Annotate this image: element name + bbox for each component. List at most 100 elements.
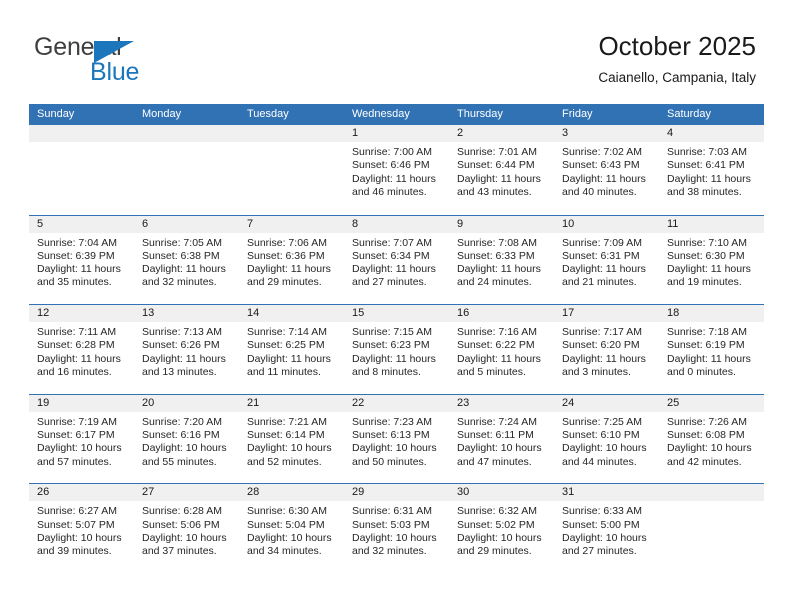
title-block: October 2025 Caianello, Campania, Italy [598, 30, 756, 88]
day-sun-info: Sunrise: 7:09 AM Sunset: 6:31 PM Daylight:… [554, 233, 659, 290]
calendar-day-cell[interactable]: 10 Sunrise: 7:09 AM Sunset: 6:31 PM Dayligh… [554, 215, 659, 305]
day-sun-info: Sunrise: 6:31 AM Sunset: 5:03 PM Daylight:… [344, 501, 449, 558]
sunrise-text: Sunrise: 7:10 AM [667, 236, 747, 249]
day-number [29, 125, 134, 142]
calendar-day-cell-empty[interactable] [659, 484, 764, 573]
daylight-text-line1: Daylight: 10 hours [352, 442, 437, 455]
day-number: 8 [344, 215, 449, 233]
calendar-day-cell[interactable]: 3 Sunrise: 7:02 AM Sunset: 6:43 PM Daylight… [554, 125, 659, 215]
sunrise-text: Sunrise: 7:17 AM [562, 326, 642, 339]
daylight-text-line1: Daylight: 11 hours [457, 263, 541, 276]
sunrise-text: Sunrise: 6:27 AM [37, 505, 117, 518]
sunrise-text: Sunrise: 7:05 AM [142, 236, 222, 249]
calendar-day-cell[interactable]: 13 Sunrise: 7:13 AM Sunset: 6:26 PM Dayligh… [134, 305, 239, 394]
sunset-text: Sunset: 6:33 PM [457, 249, 535, 262]
daylight-text-line1: Daylight: 11 hours [457, 172, 541, 185]
sunset-text: Sunset: 6:30 PM [667, 249, 745, 262]
day-sun-info: Sunrise: 7:26 AM Sunset: 6:08 PM Daylight:… [659, 412, 764, 469]
calendar-day-cell[interactable]: 12 Sunrise: 7:11 AM Sunset: 6:28 PM Dayligh… [29, 305, 134, 394]
weekday-header-friday: Friday [562, 108, 593, 120]
daylight-text-line2: and 47 minutes. [457, 455, 532, 468]
sunrise-text: Sunrise: 7:16 AM [457, 326, 537, 339]
calendar-day-cell[interactable]: 5 Sunrise: 7:04 AM Sunset: 6:39 PM Daylight… [29, 215, 134, 305]
daylight-text-line2: and 42 minutes. [667, 455, 742, 468]
day-sun-info: Sunrise: 7:25 AM Sunset: 6:10 PM Daylight:… [554, 412, 659, 469]
daylight-text-line1: Daylight: 10 hours [37, 531, 122, 544]
day-number [239, 125, 344, 142]
daylight-text-line2: and 27 minutes. [562, 545, 637, 558]
sunrise-text: Sunrise: 6:28 AM [142, 505, 222, 518]
day-number: 20 [134, 394, 239, 412]
daylight-text-line1: Daylight: 10 hours [247, 442, 332, 455]
calendar-day-cell[interactable]: 1 Sunrise: 7:00 AM Sunset: 6:46 PM Daylight… [344, 125, 449, 215]
calendar-day-cell[interactable]: 19 Sunrise: 7:19 AM Sunset: 6:17 PM Dayligh… [29, 394, 134, 484]
calendar-day-cell[interactable]: 2 Sunrise: 7:01 AM Sunset: 6:44 PM Daylight… [449, 125, 554, 215]
calendar-day-cell[interactable]: 28 Sunrise: 6:30 AM Sunset: 5:04 PM Dayligh… [239, 484, 344, 573]
sunrise-text: Sunrise: 7:18 AM [667, 326, 747, 339]
day-sun-info: Sunrise: 7:05 AM Sunset: 6:38 PM Daylight:… [134, 233, 239, 290]
sunset-text: Sunset: 6:23 PM [352, 339, 430, 352]
calendar-day-cell[interactable]: 6 Sunrise: 7:05 AM Sunset: 6:38 PM Daylight… [134, 215, 239, 305]
day-number: 16 [449, 305, 554, 323]
day-number: 23 [449, 394, 554, 412]
daylight-text-line1: Daylight: 10 hours [142, 442, 227, 455]
daylight-text-line2: and 44 minutes. [562, 455, 637, 468]
weekday-header-tuesday: Tuesday [247, 108, 289, 120]
day-number: 11 [659, 215, 764, 233]
sunset-text: Sunset: 6:41 PM [667, 159, 745, 172]
daylight-text-line1: Daylight: 11 hours [352, 263, 436, 276]
day-number: 3 [554, 125, 659, 142]
day-number: 13 [134, 305, 239, 323]
sunset-text: Sunset: 6:38 PM [142, 249, 220, 262]
daylight-text-line1: Daylight: 11 hours [562, 263, 646, 276]
calendar-day-cell[interactable]: 15 Sunrise: 7:15 AM Sunset: 6:23 PM Dayligh… [344, 305, 449, 394]
day-sun-info: Sunrise: 6:28 AM Sunset: 5:06 PM Daylight:… [134, 501, 239, 558]
sunrise-text: Sunrise: 7:15 AM [352, 326, 432, 339]
sunrise-text: Sunrise: 7:03 AM [667, 146, 747, 158]
calendar-day-cell[interactable]: 8 Sunrise: 7:07 AM Sunset: 6:34 PM Daylight… [344, 215, 449, 305]
calendar-day-cell[interactable]: 17 Sunrise: 7:17 AM Sunset: 6:20 PM Dayligh… [554, 305, 659, 394]
day-sun-info: Sunrise: 7:10 AM Sunset: 6:30 PM Daylight:… [659, 233, 764, 290]
calendar-day-cell[interactable]: 24 Sunrise: 7:25 AM Sunset: 6:10 PM Dayligh… [554, 394, 659, 484]
calendar-day-cell[interactable]: 14 Sunrise: 7:14 AM Sunset: 6:25 PM Dayligh… [239, 305, 344, 394]
calendar-day-cell[interactable]: 18 Sunrise: 7:18 AM Sunset: 6:19 PM Dayligh… [659, 305, 764, 394]
calendar-day-cell[interactable]: 9 Sunrise: 7:08 AM Sunset: 6:33 PM Daylight… [449, 215, 554, 305]
daylight-text-line2: and 52 minutes. [247, 455, 322, 468]
calendar-day-cell[interactable]: 27 Sunrise: 6:28 AM Sunset: 5:06 PM Dayligh… [134, 484, 239, 573]
calendar-day-cell[interactable]: 31 Sunrise: 6:33 AM Sunset: 5:00 PM Dayligh… [554, 484, 659, 573]
calendar-day-cell[interactable]: 23 Sunrise: 7:24 AM Sunset: 6:11 PM Dayligh… [449, 394, 554, 484]
sunrise-text: Sunrise: 6:30 AM [247, 505, 327, 518]
sunset-text: Sunset: 6:46 PM [352, 159, 430, 172]
sunrise-text: Sunrise: 7:23 AM [352, 415, 432, 428]
sunset-text: Sunset: 5:02 PM [457, 518, 535, 531]
calendar-day-cell[interactable]: 30 Sunrise: 6:32 AM Sunset: 5:02 PM Dayligh… [449, 484, 554, 573]
calendar-day-cell[interactable]: 4 Sunrise: 7:03 AM Sunset: 6:41 PM Daylight… [659, 125, 764, 215]
calendar-day-cell[interactable]: 22 Sunrise: 7:23 AM Sunset: 6:13 PM Dayligh… [344, 394, 449, 484]
page-subtitle: Caianello, Campania, Italy [598, 70, 756, 85]
daylight-text-line1: Daylight: 10 hours [142, 531, 227, 544]
calendar-day-cell[interactable]: 21 Sunrise: 7:21 AM Sunset: 6:14 PM Dayligh… [239, 394, 344, 484]
calendar-day-cell[interactable]: 20 Sunrise: 7:20 AM Sunset: 6:16 PM Dayligh… [134, 394, 239, 484]
calendar-day-cell[interactable]: 7 Sunrise: 7:06 AM Sunset: 6:36 PM Daylight… [239, 215, 344, 305]
daylight-text-line2: and 16 minutes. [37, 366, 112, 379]
calendar-day-cell[interactable]: 25 Sunrise: 7:26 AM Sunset: 6:08 PM Dayligh… [659, 394, 764, 484]
calendar-week-row: 19 Sunrise: 7:19 AM Sunset: 6:17 PM Dayligh… [29, 393, 764, 484]
day-sun-info: Sunrise: 7:08 AM Sunset: 6:33 PM Daylight:… [449, 233, 554, 290]
day-sun-info: Sunrise: 7:11 AM Sunset: 6:28 PM Daylight:… [29, 322, 134, 379]
calendar-day-cell[interactable]: 26 Sunrise: 6:27 AM Sunset: 5:07 PM Dayligh… [29, 484, 134, 573]
calendar-day-cell[interactable]: 16 Sunrise: 7:16 AM Sunset: 6:22 PM Dayligh… [449, 305, 554, 394]
logo-text-blue: Blue [90, 58, 140, 86]
calendar-day-cell[interactable]: 29 Sunrise: 6:31 AM Sunset: 5:03 PM Dayligh… [344, 484, 449, 573]
calendar-day-cell-empty[interactable] [134, 125, 239, 215]
calendar-day-cell-empty[interactable] [29, 125, 134, 215]
calendar-day-cell[interactable]: 11 Sunrise: 7:10 AM Sunset: 6:30 PM Dayligh… [659, 215, 764, 305]
calendar-week-row: 1 Sunrise: 7:00 AM Sunset: 6:46 PM Daylight… [29, 125, 764, 215]
sunrise-text: Sunrise: 7:04 AM [37, 236, 117, 249]
sunset-text: Sunset: 6:20 PM [562, 339, 640, 352]
day-sun-info: Sunrise: 7:24 AM Sunset: 6:11 PM Daylight:… [449, 412, 554, 469]
sunset-text: Sunset: 6:11 PM [457, 429, 534, 442]
calendar-day-cell-empty[interactable] [239, 125, 344, 215]
daylight-text-line2: and 32 minutes. [142, 276, 217, 289]
sunset-text: Sunset: 6:16 PM [142, 429, 220, 442]
day-number: 30 [449, 484, 554, 502]
